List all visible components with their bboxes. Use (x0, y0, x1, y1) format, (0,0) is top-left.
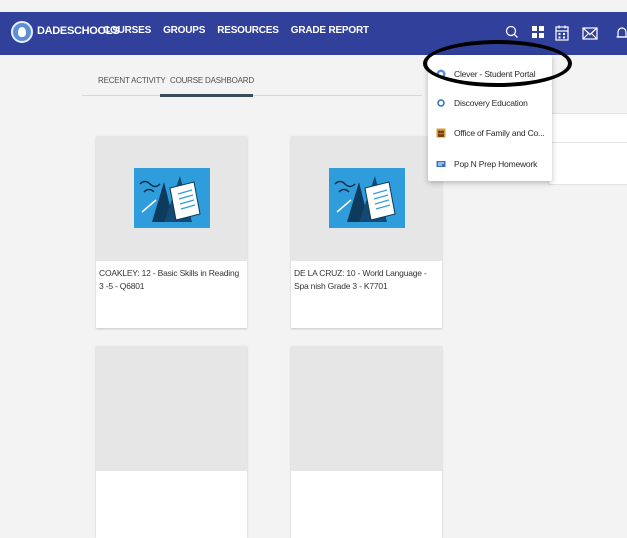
app-item-label: Discovery Education (454, 98, 528, 108)
course-thumbnail (96, 136, 247, 261)
nav-grade-report[interactable]: GRADE REPORT (291, 25, 369, 36)
course-title[interactable]: DE LA CRUZ: 10 - World Language - Spa ni… (294, 267, 434, 293)
search-icon[interactable] (503, 23, 523, 43)
tab-recent-activity[interactable]: RECENT ACTIVITY (98, 76, 166, 85)
course-thumbnail (291, 346, 442, 471)
course-book-icon (134, 168, 210, 228)
header-icons (495, 12, 627, 55)
calendar-icon[interactable] (552, 23, 572, 43)
course-card[interactable]: DE LA CRUZ: 10 - World Language - Spa ni… (291, 136, 442, 328)
tab-course-dashboard[interactable]: COURSE DASHBOARD (170, 76, 254, 85)
app-item-clever[interactable]: Clever - Student Portal (428, 64, 552, 86)
side-panel-partial (548, 113, 627, 185)
course-book-icon (329, 168, 405, 228)
course-card[interactable] (96, 346, 247, 538)
course-thumbnail (291, 136, 442, 261)
nav-groups[interactable]: GROUPS (163, 25, 205, 36)
side-panel-divider (549, 142, 627, 143)
apps-grid-icon[interactable] (528, 22, 548, 42)
apps-dropdown-menu: Clever - Student Portal Discovery Educat… (428, 55, 552, 181)
app-item-label: Pop N Prep Homework (454, 159, 538, 169)
dashboard-tabs: RECENT ACTIVITY COURSE DASHBOARD (82, 73, 422, 97)
family-office-icon (436, 128, 446, 138)
main-nav: COURSES GROUPS RESOURCES GRADE REPORT (103, 25, 369, 36)
mail-icon[interactable] (580, 23, 600, 43)
dadeschools-logo-icon[interactable] (11, 21, 33, 43)
active-tab-indicator (160, 94, 253, 97)
course-title[interactable]: COAKLEY: 12 - Basic Skills in Reading 3 … (99, 267, 239, 293)
discovery-icon (437, 99, 445, 107)
course-card[interactable]: COAKLEY: 12 - Basic Skills in Reading 3 … (96, 136, 247, 328)
course-thumbnail (96, 346, 247, 471)
course-card[interactable] (291, 346, 442, 538)
app-item-label: Clever - Student Portal (454, 69, 536, 79)
nav-courses[interactable]: COURSES (103, 25, 151, 36)
notification-icon[interactable] (612, 23, 627, 43)
top-navigation-bar: DADESCHOOLS COURSES GROUPS RESOURCES GRA… (0, 12, 627, 55)
nav-resources[interactable]: RESOURCES (217, 25, 279, 36)
app-item-discovery[interactable]: Discovery Education (428, 93, 552, 115)
clever-icon (436, 69, 446, 79)
app-item-family-office[interactable]: Office of Family and Co... (428, 123, 552, 145)
pop-n-prep-icon (436, 161, 446, 167)
app-item-label: Office of Family and Co... (454, 128, 545, 138)
app-item-pop-n-prep[interactable]: Pop N Prep Homework (428, 154, 552, 176)
